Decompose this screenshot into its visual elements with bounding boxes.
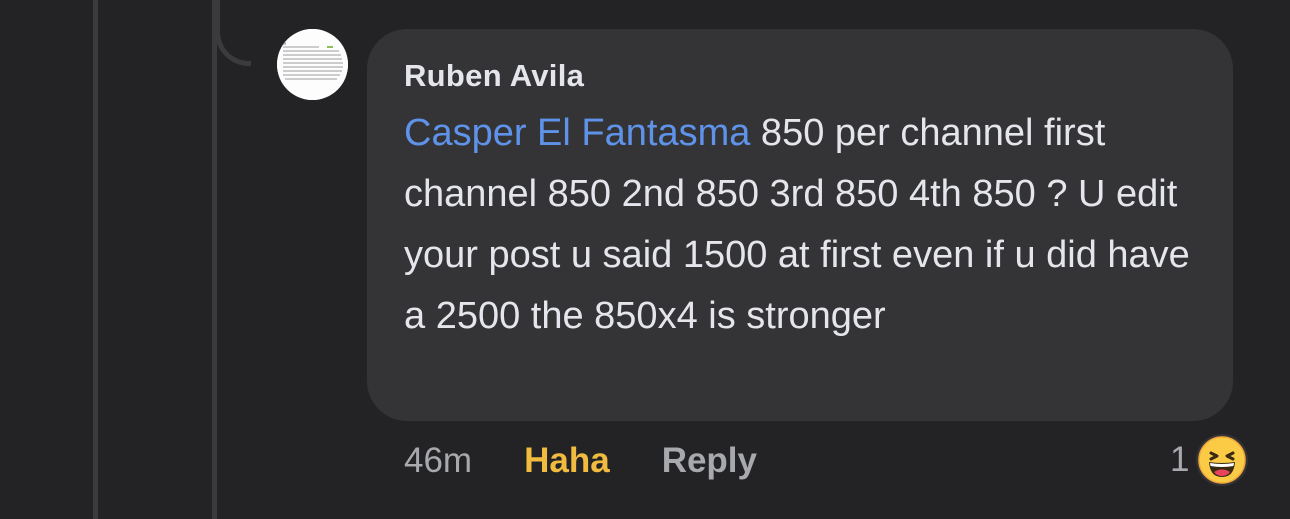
thread-line [93,0,98,519]
reply-connector-line [215,0,251,66]
mention-link[interactable]: Casper El Fantasma [404,112,750,154]
reply-button[interactable]: Reply [662,441,757,481]
comment-actions: 46m Haha Reply [404,437,757,485]
reaction-count: 1 [1170,440,1190,479]
comment-bubble: Ruben Avila Casper El Fantasma 850 per c… [367,29,1233,421]
comment-text: Casper El Fantasma 850 per channel first… [404,103,1204,347]
comment-thread: Ruben Avila Casper El Fantasma 850 per c… [0,0,1290,519]
reaction-summary[interactable]: 1 [1170,433,1249,487]
comment-author-name[interactable]: Ruben Avila [404,56,1205,96]
profile-photo-icon [277,29,348,100]
timestamp[interactable]: 46m [404,441,472,481]
avatar[interactable] [277,29,348,100]
thread-line [212,0,217,519]
haha-emoji-icon [1196,434,1249,486]
reaction-button[interactable]: Haha [524,441,610,481]
